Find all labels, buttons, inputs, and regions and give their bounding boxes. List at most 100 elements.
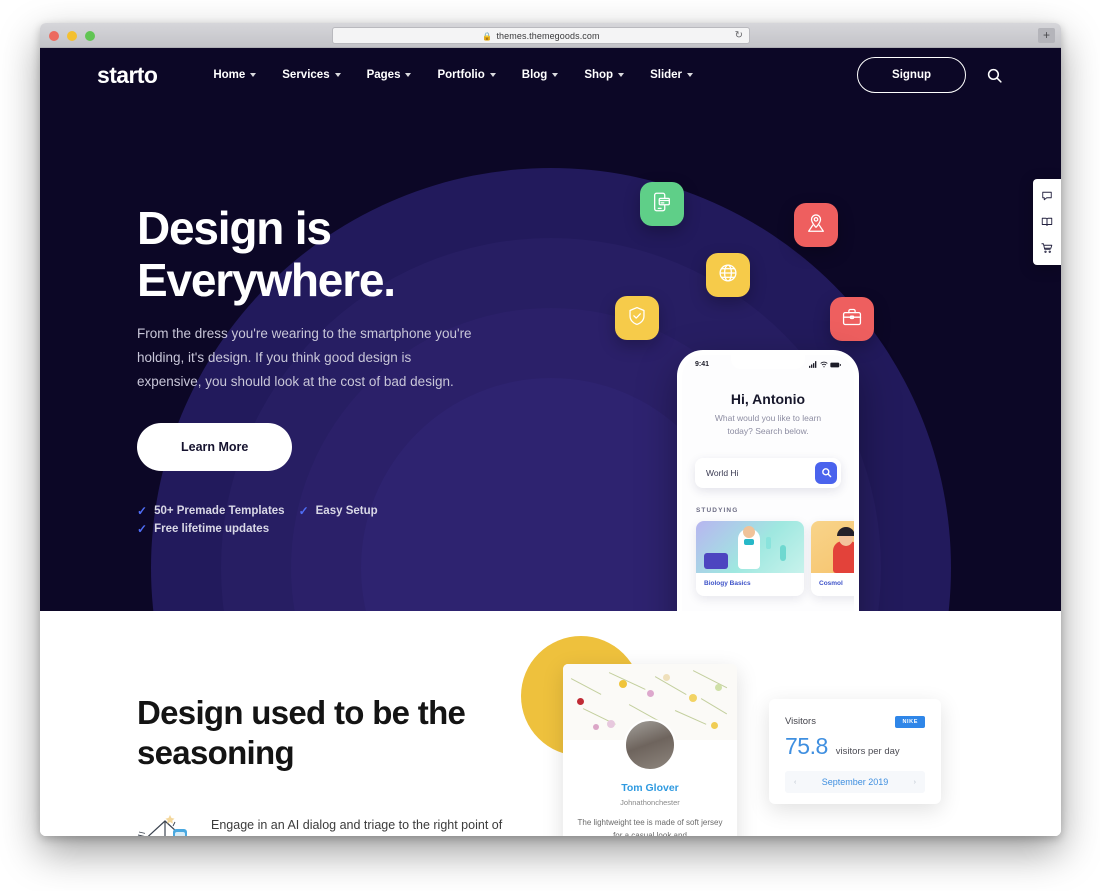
course-card-title: Biology Basics xyxy=(704,579,751,587)
testimonial-author-name[interactable]: Tom Glover xyxy=(563,782,737,794)
course-card[interactable]: Biology Basics xyxy=(696,520,804,596)
stats-label: Visitors xyxy=(785,716,816,727)
shopping-cart-icon[interactable] xyxy=(1041,242,1053,254)
window-traffic-lights xyxy=(49,31,95,41)
briefcase-icon xyxy=(841,306,863,333)
phone-notch xyxy=(731,355,805,369)
search-icon xyxy=(821,468,831,478)
hero-title: Design is Everywhere. xyxy=(137,202,517,306)
browser-chrome: 🔒 themes.themegoods.com ↻ + xyxy=(40,23,1061,48)
phone-prompt: What would you like to learn today? Sear… xyxy=(714,413,822,436)
check-icon: ✓ xyxy=(137,504,148,519)
book-icon[interactable] xyxy=(1041,216,1053,228)
nav-item-shop[interactable]: Shop xyxy=(584,69,625,81)
section-feature-row: Engage in an AI dialog and triage to the… xyxy=(137,809,537,836)
course-card[interactable]: Cosmol xyxy=(811,520,854,596)
page-viewport: starto Home Services Pages Portfolio Blo… xyxy=(40,48,1061,836)
main-navigation: Home Services Pages Portfolio Blog Shop … xyxy=(213,69,694,81)
feature-item-lifetime-updates: ✓ Free lifetime updates xyxy=(137,523,269,535)
testimonial-body: The lightweight tee is made of soft jers… xyxy=(577,818,723,836)
phone-greeting: Hi, Antonio xyxy=(730,391,806,407)
stats-value: 75.8 xyxy=(785,733,828,759)
signal-icon xyxy=(809,361,817,368)
visitors-stats-card: Visitors NIKE 75.8 visitors per day ‹ Se… xyxy=(769,699,941,804)
feature-label: 50+ Premade Templates xyxy=(154,505,285,518)
testimonial-card[interactable]: Tom Glover Johnathonchester The lightwei… xyxy=(563,664,737,836)
stats-header: Visitors NIKE xyxy=(785,716,925,728)
shield-check-icon xyxy=(626,305,648,332)
section-feature-text: Engage in an AI dialog and triage to the… xyxy=(211,818,503,832)
chevron-down-icon xyxy=(489,73,496,77)
phone-mockup: 9:41 Hi, Antonio What would you like to … xyxy=(677,350,859,611)
feature-label: Easy Setup xyxy=(315,505,378,518)
hero-title-line1: Design is xyxy=(137,202,332,254)
hero-feature-list: ✓ 50+ Premade Templates ✓ Easy Setup ✓ F… xyxy=(137,505,387,535)
icon-card-globe[interactable] xyxy=(706,253,750,297)
icon-card-shield-check[interactable] xyxy=(615,296,659,340)
address-bar[interactable]: 🔒 themes.themegoods.com ↻ xyxy=(332,27,750,44)
phone-search-value: World Hi xyxy=(706,467,739,478)
nav-item-blog[interactable]: Blog xyxy=(522,69,559,81)
maximize-window-button[interactable] xyxy=(85,31,95,41)
phone-course-cards: Biology Basics Cosmol xyxy=(696,520,854,596)
hero-copy: Design is Everywhere. From the dress you… xyxy=(137,202,517,535)
phone-search-button[interactable] xyxy=(815,461,837,484)
feature-label: Free lifetime updates xyxy=(154,523,270,536)
nav-item-label: Pages xyxy=(366,69,401,81)
feature-item-templates: ✓ 50+ Premade Templates xyxy=(137,505,285,517)
phone-section-label: STUDYING xyxy=(696,506,739,514)
mobile-payment-icon xyxy=(651,191,673,218)
next-month-button[interactable]: › xyxy=(914,779,916,786)
signup-button[interactable]: Signup xyxy=(857,57,966,93)
nav-item-portfolio[interactable]: Portfolio xyxy=(437,69,496,81)
phone-screen: 9:41 Hi, Antonio What would you like to … xyxy=(682,355,854,611)
url-text: 🔒 themes.themegoods.com xyxy=(482,31,599,41)
icon-card-map-pin[interactable] xyxy=(794,203,838,247)
phone-status-icons xyxy=(809,361,841,368)
close-window-button[interactable] xyxy=(49,31,59,41)
chevron-down-icon xyxy=(552,73,559,77)
section-title: Design used to be the seasoning xyxy=(137,694,466,771)
feature-item-easy-setup: ✓ Easy Setup xyxy=(299,505,378,517)
url-value: themes.themegoods.com xyxy=(496,30,600,41)
nav-item-label: Slider xyxy=(650,69,683,81)
browser-window: 🔒themes.themegoods.com ↻ + starto Home xyxy=(40,23,1061,836)
chevron-down-icon xyxy=(250,73,257,77)
hero-section: starto Home Services Pages Portfolio Blo… xyxy=(40,48,1061,611)
check-icon: ✓ xyxy=(137,522,148,537)
phone-search-field[interactable]: World Hi xyxy=(695,457,841,488)
reload-icon[interactable]: ↻ xyxy=(735,31,743,41)
nav-item-label: Portfolio xyxy=(437,69,485,81)
nav-item-home[interactable]: Home xyxy=(213,69,257,81)
chevron-down-icon xyxy=(687,73,694,77)
new-tab-button[interactable]: + xyxy=(1038,28,1055,43)
nav-item-label: Services xyxy=(282,69,330,81)
icon-card-mobile-payment[interactable] xyxy=(640,182,684,226)
course-illustration xyxy=(811,520,854,573)
globe-icon xyxy=(717,262,739,289)
minimize-window-button[interactable] xyxy=(67,31,77,41)
prev-month-button[interactable]: ‹ xyxy=(794,779,796,786)
search-icon[interactable] xyxy=(986,67,1003,84)
nav-item-slider[interactable]: Slider xyxy=(650,69,694,81)
design-section: Design used to be the seasoning Engage i… xyxy=(40,611,1061,836)
nav-item-label: Shop xyxy=(584,69,614,81)
avatar xyxy=(624,719,676,771)
learn-more-button[interactable]: Learn More xyxy=(137,423,293,472)
site-logo[interactable]: starto xyxy=(97,62,158,89)
chat-bubble-icon[interactable] xyxy=(1041,190,1053,202)
nav-item-services[interactable]: Services xyxy=(282,69,341,81)
nav-item-pages[interactable]: Pages xyxy=(367,69,412,81)
stats-value-row: 75.8 visitors per day xyxy=(785,733,925,760)
testimonial-author-handle: Johnathonchester xyxy=(620,798,680,807)
hero-subtitle: From the dress you're wearing to the sma… xyxy=(137,326,472,390)
nav-item-label: Blog xyxy=(521,69,548,81)
month-selector: ‹ September 2019 › xyxy=(785,771,925,793)
icon-card-briefcase[interactable] xyxy=(830,297,874,341)
house-wifi-illustration xyxy=(137,809,199,836)
wifi-icon xyxy=(819,361,828,368)
chevron-down-icon xyxy=(334,73,341,77)
phone-status-time: 9:41 xyxy=(695,361,710,368)
check-icon: ✓ xyxy=(298,504,309,519)
chevron-down-icon xyxy=(618,73,625,77)
